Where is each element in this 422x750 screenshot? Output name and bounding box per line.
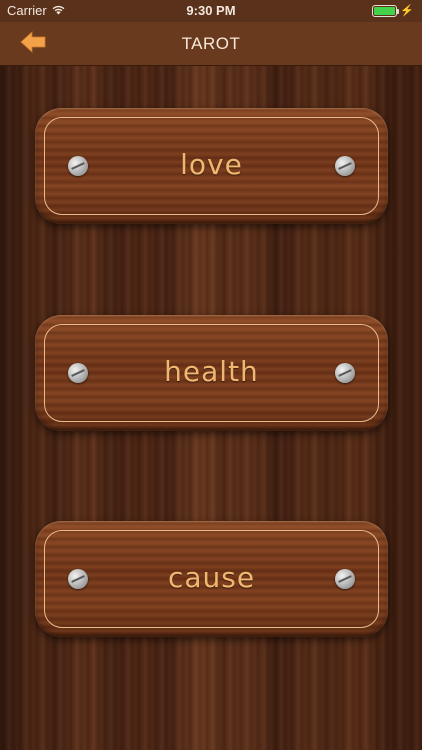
nav-bar: TAROT bbox=[0, 22, 422, 66]
cause-label: cause bbox=[167, 561, 256, 594]
bolt-icon: ⚡ bbox=[400, 5, 414, 17]
health-label: health bbox=[164, 355, 259, 388]
battery-icon bbox=[372, 4, 400, 17]
love-button[interactable]: love bbox=[35, 108, 388, 224]
status-right: ⚡ bbox=[372, 4, 414, 17]
health-button[interactable]: health bbox=[35, 315, 388, 431]
cause-button[interactable]: cause bbox=[35, 521, 388, 637]
page-title: TAROT bbox=[181, 34, 241, 53]
love-label: love bbox=[180, 148, 243, 181]
status-time: 9:30 PM bbox=[186, 3, 236, 18]
status-bar: Carrier 9:30 PM ⚡ bbox=[0, 0, 422, 22]
